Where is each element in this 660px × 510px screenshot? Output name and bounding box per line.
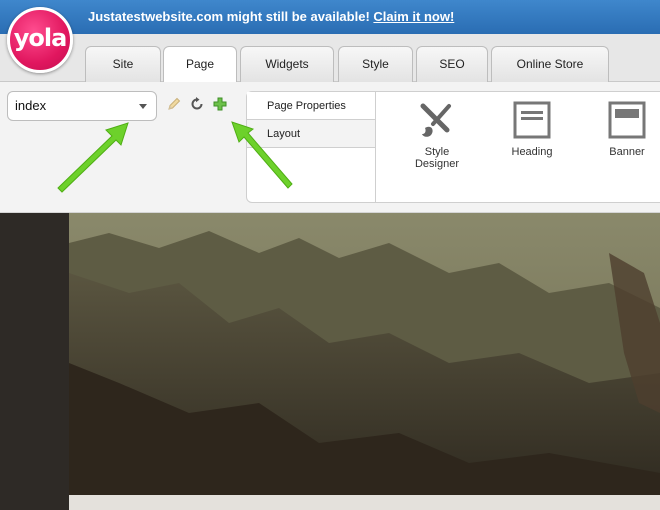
- tab-widgets[interactable]: Widgets: [240, 46, 334, 82]
- tab-page-properties[interactable]: Page Properties: [247, 92, 375, 120]
- banner-label: Banner: [609, 146, 645, 158]
- tab-layout[interactable]: Layout: [247, 120, 375, 148]
- content-footer-strip: [69, 495, 660, 510]
- tab-site[interactable]: Site: [85, 46, 161, 82]
- pencil-icon[interactable]: [165, 95, 183, 113]
- heading-label: Heading: [511, 146, 553, 158]
- heading-icon: [513, 101, 551, 139]
- chevron-down-icon: [139, 104, 147, 109]
- tab-seo[interactable]: SEO: [416, 46, 488, 82]
- style-designer-label: Style Designer: [414, 146, 460, 170]
- style-designer-widget[interactable]: Style Designer: [402, 100, 472, 170]
- top-banner: Justatestwebsite.com might still be avai…: [0, 0, 660, 34]
- add-icon[interactable]: [211, 95, 229, 113]
- tab-online-store[interactable]: Online Store: [491, 46, 609, 82]
- banner-widget[interactable]: Banner: [592, 100, 660, 158]
- hero-mountain-image: [69, 213, 660, 495]
- page-properties-panel: Page Properties Layout Style Designer He…: [246, 91, 660, 203]
- brush-icon: [420, 103, 451, 137]
- page-toolbar: index Page Properties Layout Style Desig…: [0, 82, 660, 213]
- page-selector-value: index: [15, 98, 47, 113]
- properties-tab-list: Page Properties Layout: [247, 92, 376, 202]
- tab-page[interactable]: Page: [163, 46, 237, 83]
- main-tab-bar: Site Page Widgets Style SEO Online Store: [0, 34, 660, 83]
- claim-it-now-link[interactable]: Claim it now!: [373, 9, 454, 24]
- heading-widget[interactable]: Heading: [497, 100, 567, 158]
- page-selector-dropdown[interactable]: index: [7, 91, 157, 121]
- banner-availability-text: might still be available!: [226, 9, 370, 24]
- banner-site-name: Justatestwebsite.com: [88, 9, 224, 24]
- banner-icon: [608, 101, 646, 139]
- tab-style[interactable]: Style: [338, 46, 413, 82]
- banner-message: Justatestwebsite.com might still be avai…: [88, 9, 454, 24]
- page-content-area: [0, 213, 660, 510]
- logo-text: yola: [13, 24, 68, 52]
- yola-logo[interactable]: yola: [7, 7, 73, 73]
- refresh-icon[interactable]: [188, 95, 206, 113]
